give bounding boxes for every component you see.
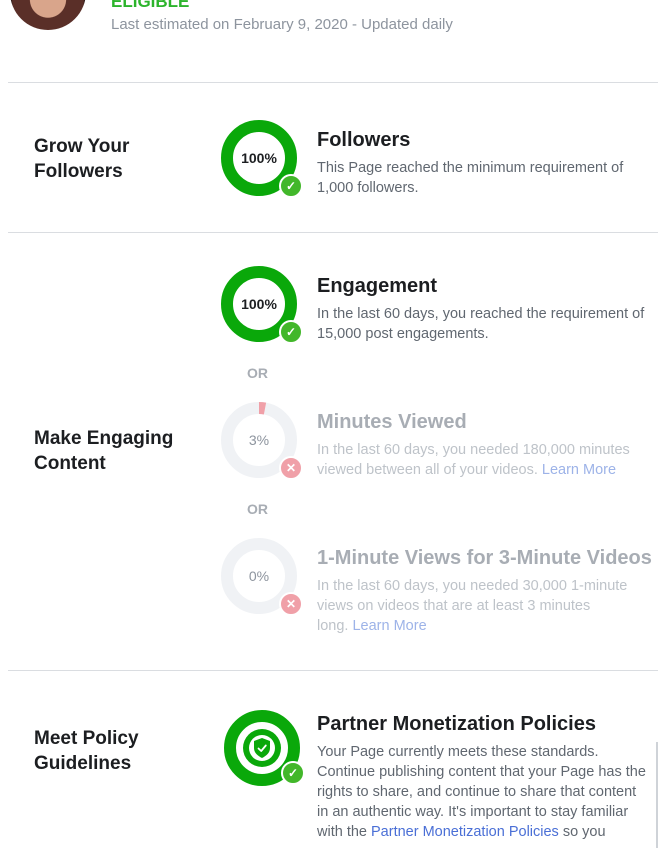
learn-more-link[interactable]: Learn More — [542, 462, 616, 478]
check-icon: ✓ — [281, 761, 305, 785]
requirement-title-oneminute: 1-Minute Views for 3-Minute Videos — [317, 547, 652, 569]
eligibility-header: ELIGIBLE Last estimated on February 9, 2… — [0, 0, 658, 80]
last-estimated-text: Last estimated on February 9, 2020 - Upd… — [111, 16, 453, 33]
divider — [8, 82, 658, 83]
policy-status-ring: ✓ — [224, 710, 305, 786]
requirement-text-followers: This Page reached the minimum requiremen… — [317, 160, 624, 196]
section-title-grow: Grow Your Followers — [34, 136, 130, 182]
divider — [8, 670, 658, 671]
close-icon: ✕ — [279, 456, 303, 480]
requirement-text-policy: Your Page currently meets these standard… — [317, 744, 646, 840]
check-icon: ✓ — [279, 320, 303, 344]
requirement-text-engagement: In the last 60 days, you reached the req… — [317, 306, 645, 342]
or-separator: OR — [247, 365, 268, 381]
oneminute-progress-ring: 0% ✕ — [221, 538, 303, 616]
engagement-progress-ring: 100% ✓ — [221, 266, 303, 344]
or-separator: OR — [247, 501, 268, 517]
requirement-text-minutes: In the last 60 days, you needed 180,000 … — [317, 442, 630, 478]
requirement-title-minutes: Minutes Viewed — [317, 411, 467, 433]
requirement-title-followers: Followers — [317, 129, 411, 151]
close-icon: ✕ — [279, 592, 303, 616]
divider — [8, 232, 658, 233]
requirement-text-oneminute: In the last 60 days, you needed 30,000 1… — [317, 578, 628, 634]
minutes-progress-ring: 3% ✕ — [221, 402, 303, 480]
section-title-policy: Meet Policy Guidelines — [34, 728, 139, 774]
partner-policies-link[interactable]: Partner Monetization Policies — [371, 824, 559, 840]
section-title-engage: Make Engaging Content — [34, 428, 174, 474]
eligibility-status: ELIGIBLE — [111, 0, 190, 11]
learn-more-link[interactable]: Learn More — [352, 618, 426, 634]
check-icon: ✓ — [279, 174, 303, 198]
requirement-title-engagement: Engagement — [317, 275, 438, 297]
avatar — [10, 0, 86, 30]
followers-progress-ring: 100% ✓ — [221, 120, 303, 198]
requirement-title-policy: Partner Monetization Policies — [317, 713, 596, 735]
